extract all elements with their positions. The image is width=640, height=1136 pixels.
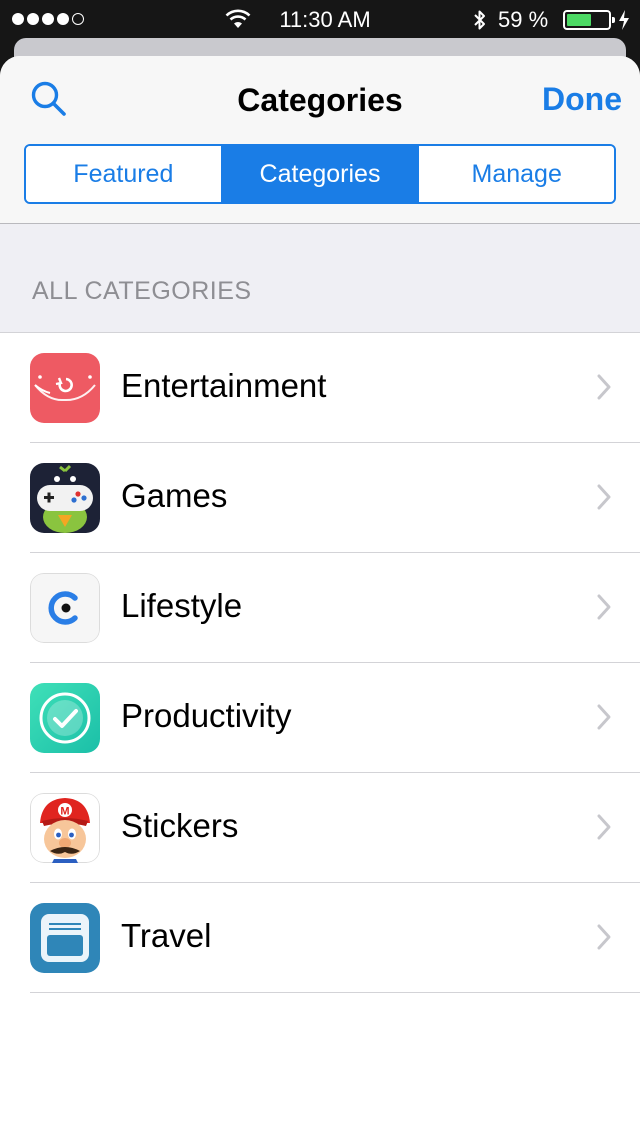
productivity-checkmark-icon bbox=[30, 683, 100, 753]
list-item-label: Entertainment bbox=[121, 367, 327, 404]
status-time: 11:30 AM bbox=[279, 7, 371, 32]
list-item-travel[interactable]: Travel bbox=[0, 883, 640, 993]
chevron-right-icon bbox=[597, 484, 611, 510]
status-bar: 11:30 AM 59 % bbox=[0, 0, 640, 40]
stickers-mario-icon: M bbox=[30, 793, 100, 863]
svg-text:M: M bbox=[60, 806, 69, 818]
chevron-right-icon bbox=[597, 704, 611, 730]
list-item-games[interactable]: Games bbox=[0, 443, 640, 553]
tab-categories[interactable]: Categories bbox=[222, 146, 420, 202]
chevron-right-icon bbox=[597, 924, 611, 950]
categories-sheet: Categories Done Featured Categories Mana… bbox=[0, 56, 640, 1136]
bluetooth-icon bbox=[474, 10, 485, 30]
list-item-entertainment[interactable]: Entertainment bbox=[0, 333, 640, 443]
battery-percent: 59 % bbox=[498, 7, 549, 32]
battery-level-fill bbox=[567, 14, 591, 26]
battery-icon bbox=[563, 10, 615, 30]
chevron-right-icon bbox=[597, 814, 611, 840]
list-item-label: Productivity bbox=[121, 697, 292, 734]
list-item-stickers[interactable]: M Stickers bbox=[0, 773, 640, 883]
tab-featured[interactable]: Featured bbox=[26, 146, 223, 202]
charging-bolt-icon bbox=[619, 10, 629, 30]
list-item-label: Lifestyle bbox=[121, 587, 243, 624]
chevron-right-icon bbox=[597, 594, 611, 620]
done-button[interactable]: Done bbox=[542, 81, 622, 118]
list-item-label: Games bbox=[121, 477, 228, 514]
travel-card-icon bbox=[30, 903, 100, 973]
category-list: Entertainment Games Lifestyle Productivi… bbox=[0, 333, 640, 993]
segmented-control: Featured Categories Manage bbox=[24, 144, 616, 204]
wifi-icon bbox=[225, 9, 251, 28]
list-item-lifestyle[interactable]: Lifestyle bbox=[0, 553, 640, 663]
signal-strength-icon bbox=[12, 13, 84, 25]
navigation-bar: Categories Done Featured Categories Mana… bbox=[0, 56, 640, 224]
entertainment-app-icon bbox=[30, 353, 100, 423]
chevron-right-icon bbox=[597, 374, 611, 400]
search-icon bbox=[31, 81, 66, 116]
search-button[interactable] bbox=[30, 80, 68, 118]
list-item-productivity[interactable]: Productivity bbox=[0, 663, 640, 773]
list-item-label: Travel bbox=[121, 917, 212, 954]
section-header: ALL CATEGORIES bbox=[0, 224, 640, 333]
section-header-label: ALL CATEGORIES bbox=[32, 277, 252, 305]
tab-manage[interactable]: Manage bbox=[419, 146, 614, 202]
games-parrot-controller-icon bbox=[30, 463, 100, 533]
lifestyle-c-icon bbox=[30, 573, 100, 643]
list-item-label: Stickers bbox=[121, 807, 239, 844]
